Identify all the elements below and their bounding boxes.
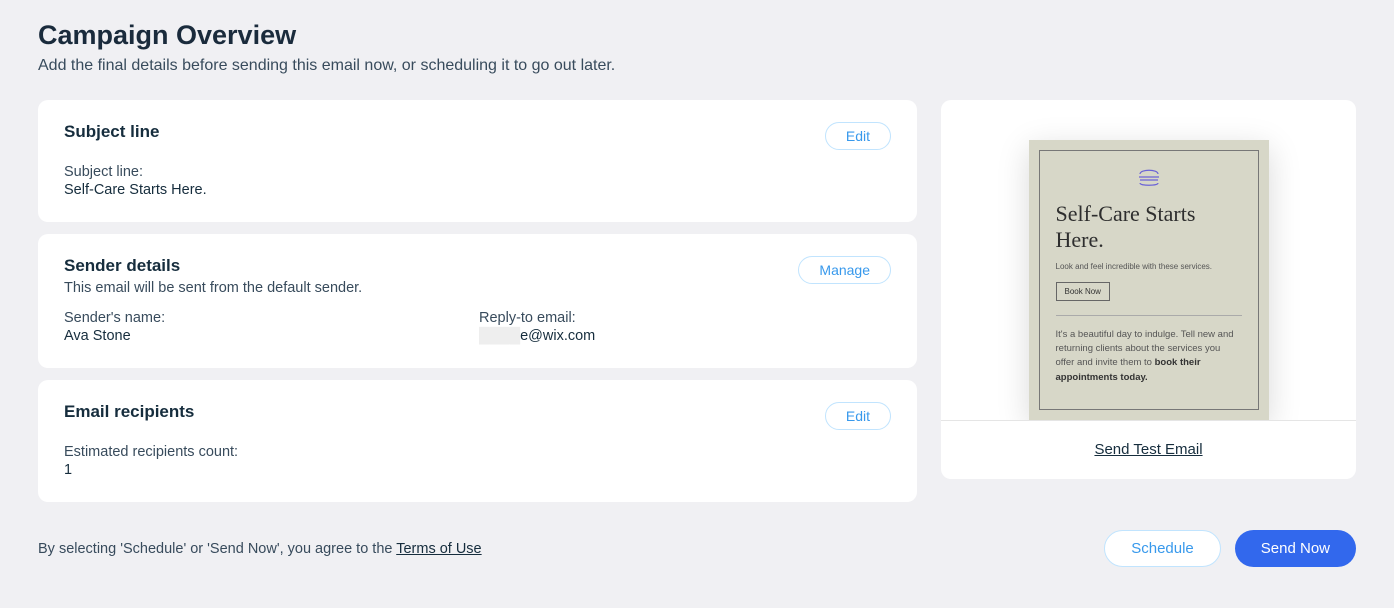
sender-card-subtitle: This email will be sent from the default… [64, 280, 362, 296]
preview-body-text: It's a beautiful day to indulge. Tell ne… [1056, 328, 1242, 385]
sender-name-label: Sender's name: [64, 310, 479, 326]
email-preview: Self-Care Starts Here. Look and feel inc… [1029, 140, 1269, 420]
send-now-button[interactable]: Send Now [1235, 530, 1356, 567]
preview-divider [1056, 315, 1242, 316]
edit-subject-button[interactable]: Edit [825, 122, 891, 150]
subject-field-value: Self-Care Starts Here. [64, 182, 891, 198]
email-preview-card: Self-Care Starts Here. Look and feel inc… [941, 100, 1356, 479]
edit-recipients-button[interactable]: Edit [825, 402, 891, 430]
recipients-count-label: Estimated recipients count: [64, 444, 891, 460]
recipients-card: Email recipients Edit Estimated recipien… [38, 380, 917, 502]
preview-heading: Self-Care Starts Here. [1056, 201, 1242, 254]
recipients-count-value: 1 [64, 462, 891, 478]
sender-card-title: Sender details [64, 256, 362, 276]
terms-text: By selecting 'Schedule' or 'Send Now', y… [38, 541, 482, 557]
reply-to-label: Reply-to email: [479, 310, 595, 326]
preview-book-button: Book Now [1056, 282, 1110, 301]
manage-sender-button[interactable]: Manage [798, 256, 891, 284]
subject-field-label: Subject line: [64, 164, 891, 180]
page-title: Campaign Overview [38, 20, 1356, 51]
recipients-card-title: Email recipients [64, 402, 194, 422]
sender-name-value: Ava Stone [64, 328, 479, 344]
page-subtitle: Add the final details before sending thi… [38, 57, 1356, 75]
subject-line-card: Subject line Edit Subject line: Self-Car… [38, 100, 917, 222]
send-test-email-link[interactable]: Send Test Email [1094, 441, 1202, 458]
subject-card-title: Subject line [64, 122, 159, 142]
burger-icon [1137, 165, 1161, 187]
preview-subtitle: Look and feel incredible with these serv… [1056, 262, 1242, 271]
sender-details-card: Sender details This email will be sent f… [38, 234, 917, 368]
schedule-button[interactable]: Schedule [1104, 530, 1221, 567]
terms-of-use-link[interactable]: Terms of Use [396, 541, 481, 557]
reply-to-value: ████e@wix.com [479, 328, 595, 344]
